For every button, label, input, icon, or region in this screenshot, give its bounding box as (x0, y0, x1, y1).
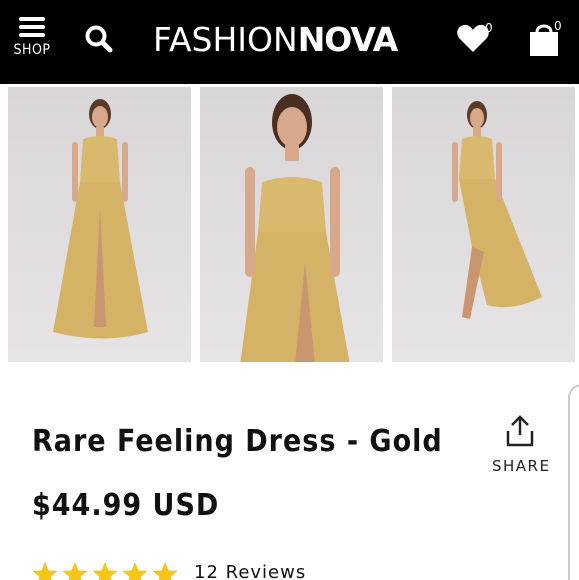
share-label: SHARE (492, 457, 551, 475)
product-image-2[interactable] (200, 87, 383, 362)
overlay-edge (568, 384, 579, 580)
search-button[interactable] (84, 24, 114, 58)
product-price: $44.99 USD (32, 488, 220, 523)
product-image-gallery (0, 84, 579, 369)
star-icon (92, 561, 118, 580)
product-details-card (0, 376, 579, 580)
wishlist-count: 0 (485, 21, 493, 35)
product-image-3[interactable] (392, 87, 575, 362)
top-nav-bar: SHOP FASHIONNOVA 0 0 (0, 0, 579, 84)
share-button[interactable]: SHARE (492, 415, 551, 475)
star-rating (30, 560, 180, 580)
fashion-nova-logo[interactable]: FASHIONNOVA (153, 20, 399, 60)
product-title: Rare Feeling Dress - Gold (32, 424, 443, 459)
model-photo-3 (452, 101, 542, 319)
cart-count: 0 (554, 19, 562, 33)
model-photo-1 (53, 99, 148, 339)
share-icon (506, 415, 534, 447)
star-icon (62, 561, 88, 580)
model-photo-2 (240, 94, 350, 362)
wishlist-button[interactable]: 0 (456, 21, 493, 58)
reviews-link[interactable]: 12 Reviews (194, 562, 306, 580)
logo-text-nova: NOVA (297, 20, 399, 59)
star-icon (32, 561, 58, 580)
shop-label: SHOP (13, 42, 51, 58)
shop-menu-button[interactable]: SHOP (10, 16, 54, 58)
menu-icon (19, 17, 45, 37)
search-icon (85, 25, 113, 53)
star-icon (152, 561, 178, 580)
star-icon (122, 561, 148, 580)
logo-text-fashion: FASHION (153, 20, 298, 59)
product-image-1[interactable] (8, 87, 191, 362)
cart-button[interactable]: 0 (527, 19, 562, 62)
